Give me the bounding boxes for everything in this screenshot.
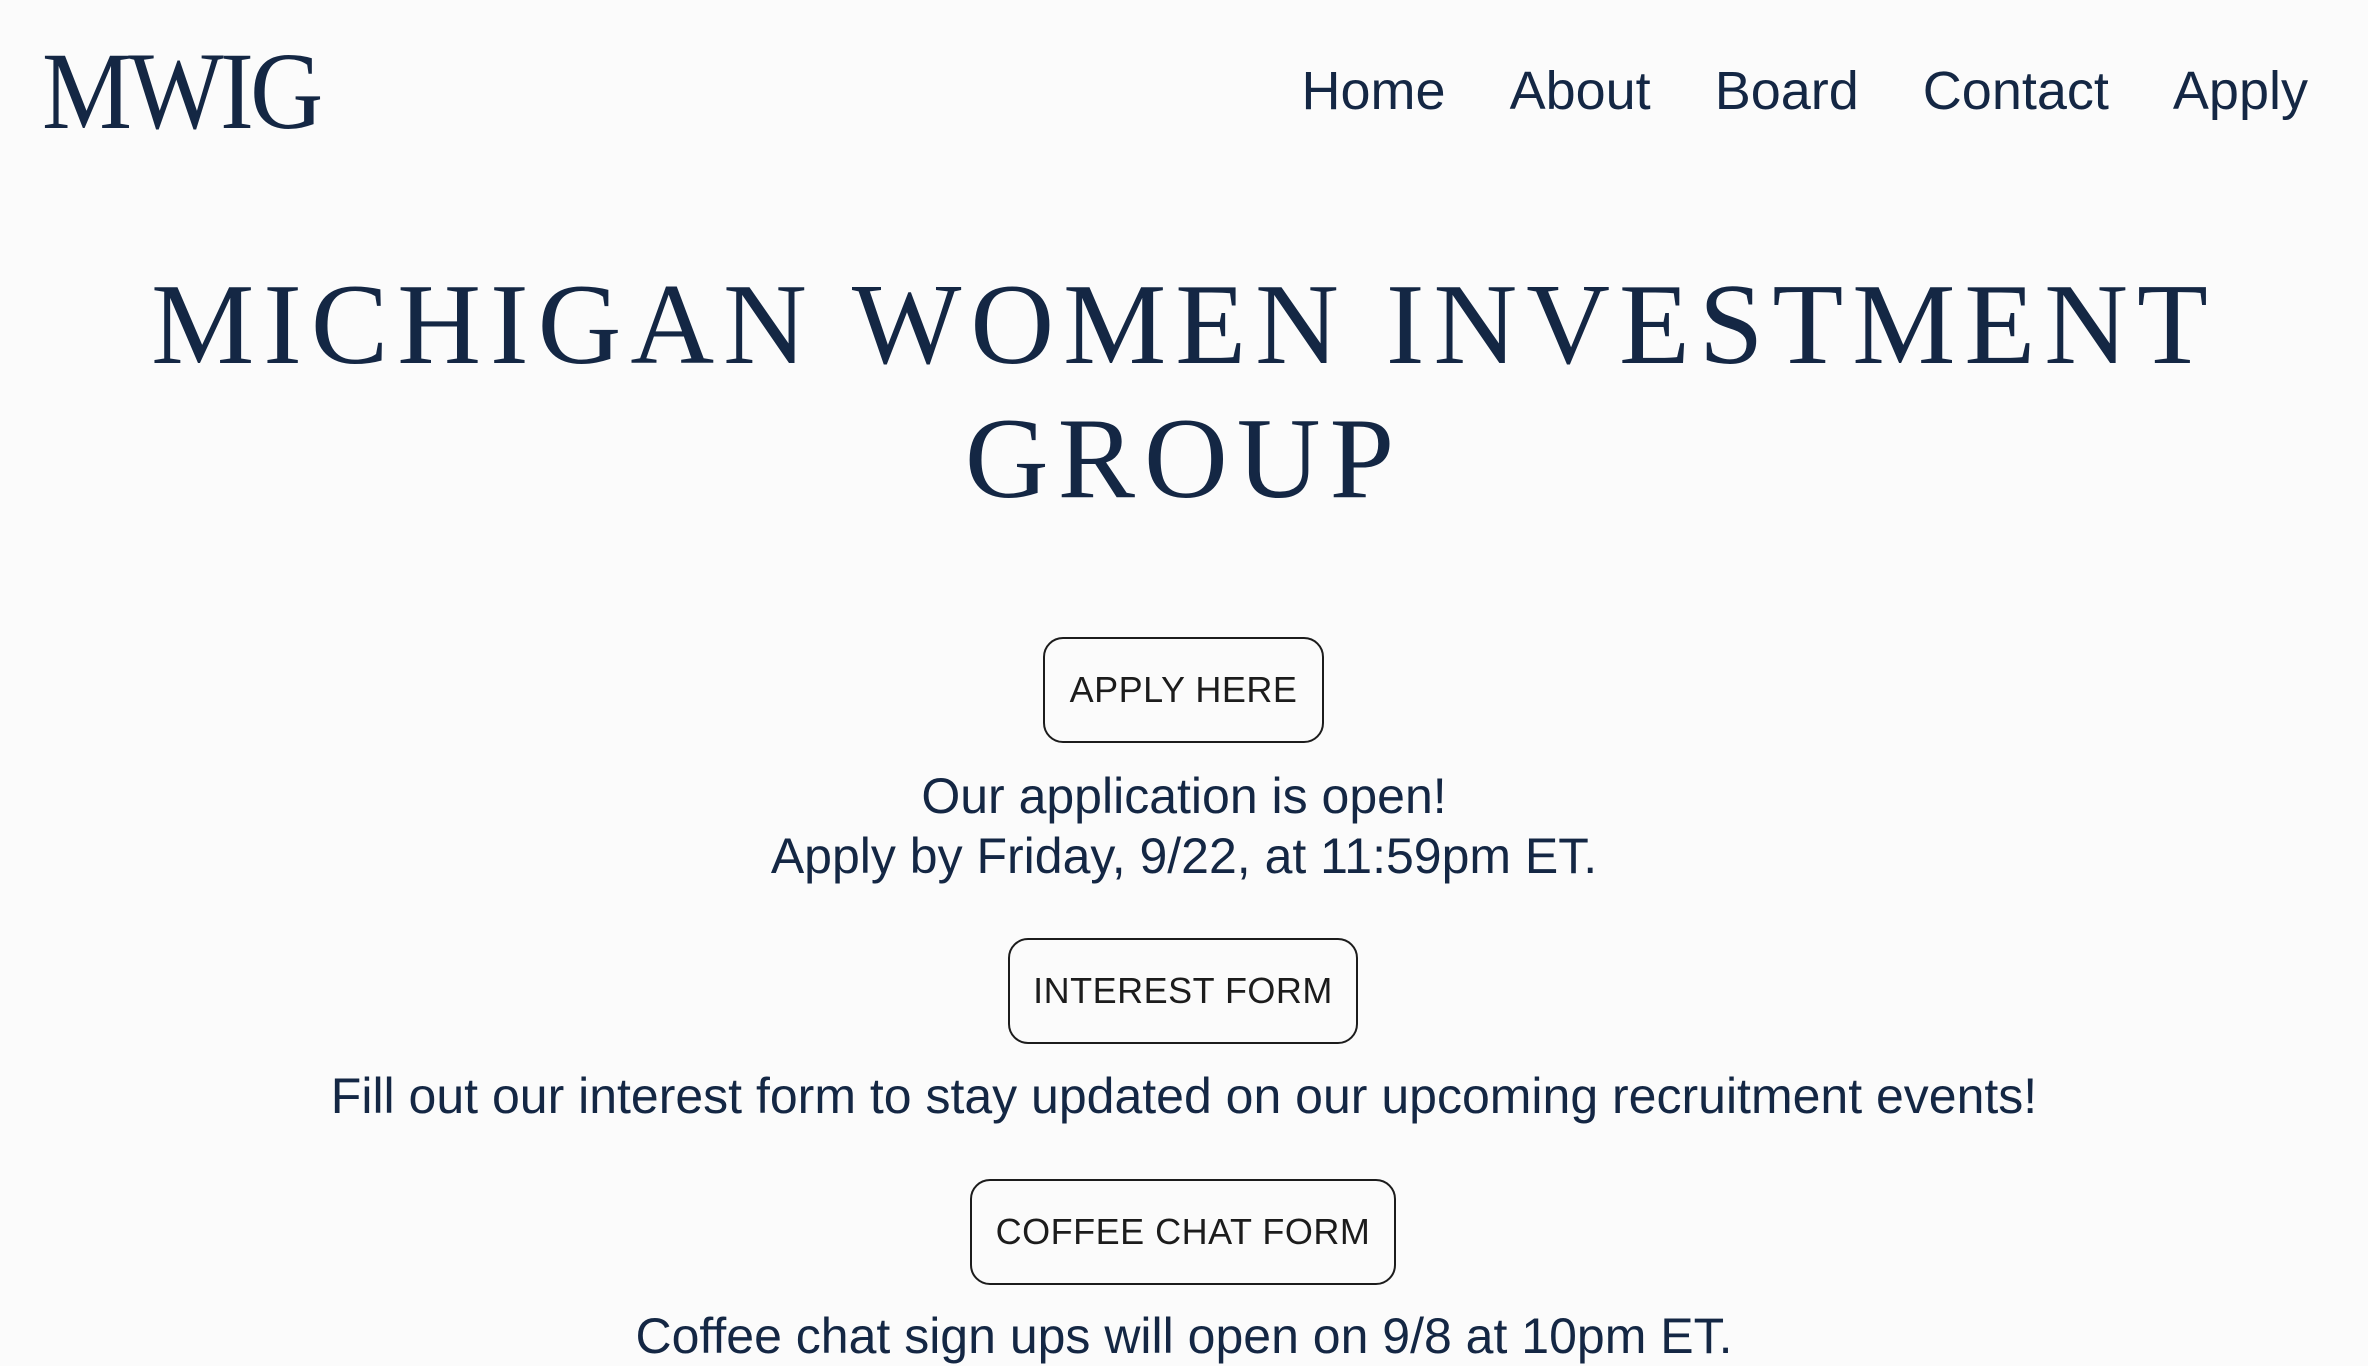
page-title-line-2: GROUP [964, 395, 1404, 523]
main-nav: Home About Board Contact Apply [1302, 64, 2308, 118]
interest-form-button[interactable]: INTEREST FORM [1008, 938, 1358, 1044]
page-title: MICHIGAN WOMEN INVESTMENT GROUP [0, 258, 2368, 526]
nav-apply-link[interactable]: Apply [2173, 64, 2308, 118]
nav-home-link[interactable]: Home [1302, 64, 1446, 118]
site-logo[interactable]: MWIG [42, 36, 323, 146]
apply-here-button[interactable]: APPLY HERE [1043, 637, 1324, 743]
application-open-text: Our application is open! [921, 768, 1447, 824]
nav-board-link[interactable]: Board [1715, 64, 1859, 118]
coffee-chat-description: Coffee chat sign ups will open on 9/8 at… [635, 1308, 1733, 1364]
application-deadline-text: Apply by Friday, 9/22, at 11:59pm ET. [770, 828, 1598, 884]
coffee-chat-form-button[interactable]: COFFEE CHAT FORM [970, 1179, 1396, 1285]
nav-contact-link[interactable]: Contact [1923, 64, 2109, 118]
nav-about-link[interactable]: About [1510, 64, 1651, 118]
page-title-line-1: MICHIGAN WOMEN INVESTMENT [151, 261, 2217, 389]
interest-form-description: Fill out our interest form to stay updat… [330, 1068, 2038, 1124]
